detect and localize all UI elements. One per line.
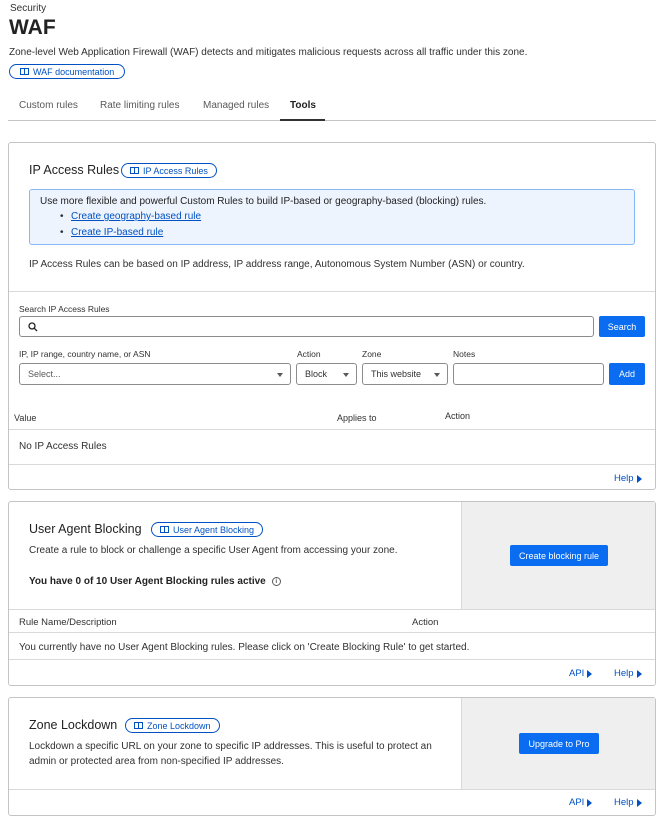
ip-access-rules-doc-link[interactable]: IP Access Rules: [121, 163, 217, 178]
divider: [9, 789, 655, 790]
create-blocking-rule-button[interactable]: Create blocking rule: [510, 545, 608, 566]
tab-managed-rules[interactable]: Managed rules: [203, 100, 269, 111]
search-button[interactable]: Search: [599, 316, 645, 337]
search-icon: [28, 321, 38, 331]
column-header-rule-name: Rule Name/Description: [19, 617, 117, 628]
tabs-divider: [8, 120, 656, 121]
notes-input[interactable]: [453, 363, 604, 385]
zone-lockdown-description: Lockdown a specific URL on your zone to …: [29, 741, 432, 752]
notice-text: Use more flexible and powerful Custom Ru…: [40, 196, 487, 207]
add-button[interactable]: Add: [609, 363, 645, 385]
notes-label: Notes: [453, 349, 476, 359]
ua-blocking-count: You have 0 of 10 User Agent Blocking rul…: [29, 576, 281, 587]
zone-label: Zone: [362, 349, 382, 359]
zone-lockdown-help-link[interactable]: Help: [614, 797, 642, 808]
ua-blocking-description: Create a rule to block or challenge a sp…: [29, 545, 398, 556]
tab-custom-rules[interactable]: Custom rules: [19, 100, 78, 111]
upgrade-to-pro-button[interactable]: Upgrade to Pro: [519, 733, 599, 754]
value-label: IP, IP range, country name, or ASN: [19, 349, 151, 359]
book-icon: [20, 68, 29, 75]
column-header-value: Value: [14, 413, 37, 423]
page-description: Zone-level Web Application Firewall (WAF…: [9, 47, 528, 58]
zone-lockdown-title: Zone Lockdown: [29, 718, 118, 732]
divider: [9, 609, 655, 610]
book-icon: [130, 167, 139, 174]
ua-blocking-doc-link[interactable]: User Agent Blocking: [151, 522, 264, 537]
create-geography-rule-link[interactable]: Create geography-based rule: [71, 211, 201, 222]
search-input[interactable]: [19, 316, 594, 337]
notice-bullet: •: [60, 211, 64, 222]
book-icon: [134, 722, 143, 729]
zone-lockdown-description: admin or protected area from non-specifi…: [29, 756, 284, 767]
book-icon: [160, 526, 169, 533]
play-arrow-icon: [636, 798, 642, 807]
divider: [9, 464, 655, 465]
info-icon: i: [271, 577, 281, 586]
tab-tools[interactable]: Tools: [290, 100, 316, 111]
waf-documentation-link[interactable]: WAF documentation: [9, 64, 126, 79]
action-label: Action: [297, 349, 321, 359]
ip-access-empty-state: No IP Access Rules: [19, 441, 107, 452]
divider: [9, 659, 655, 660]
tab-rate-limiting-rules[interactable]: Rate limiting rules: [100, 100, 179, 111]
column-header-action: Action: [445, 411, 471, 421]
ip-access-help-link[interactable]: Help: [614, 473, 642, 484]
play-arrow-icon: [587, 669, 593, 678]
action-select[interactable]: Block: [296, 363, 357, 385]
play-arrow-icon: [587, 798, 593, 807]
ua-blocking-api-link[interactable]: API: [569, 668, 593, 679]
divider: [9, 291, 655, 292]
ip-access-info: IP Access Rules can be based on IP addre…: [29, 259, 525, 270]
tab-active-indicator: [280, 119, 325, 121]
ua-blocking-empty-state: You currently have no User Agent Blockin…: [19, 642, 470, 653]
divider: [9, 429, 655, 430]
search-label: Search IP Access Rules: [19, 304, 110, 314]
ip-access-rules-title: IP Access Rules: [29, 163, 120, 177]
column-header-action: Action: [412, 617, 439, 628]
chevron-down-icon: [343, 373, 349, 377]
zone-lockdown-api-link[interactable]: API: [569, 797, 593, 808]
zone-lockdown-doc-link[interactable]: Zone Lockdown: [125, 718, 220, 733]
divider: [9, 632, 655, 633]
column-header-applies-to: Applies to: [337, 413, 377, 423]
play-arrow-icon: [636, 474, 642, 483]
notice-bullet: •: [60, 227, 64, 238]
chevron-down-icon: [277, 373, 283, 377]
play-arrow-icon: [636, 669, 642, 678]
chevron-down-icon: [434, 373, 440, 377]
value-select[interactable]: Select...: [19, 363, 291, 385]
create-ip-rule-link[interactable]: Create IP-based rule: [71, 227, 163, 238]
page-title: WAF: [9, 16, 56, 39]
ua-blocking-title: User Agent Blocking: [29, 522, 142, 536]
breadcrumb-section: Security: [10, 3, 47, 14]
zone-select[interactable]: This website: [362, 363, 448, 385]
ua-blocking-help-link[interactable]: Help: [614, 668, 642, 679]
